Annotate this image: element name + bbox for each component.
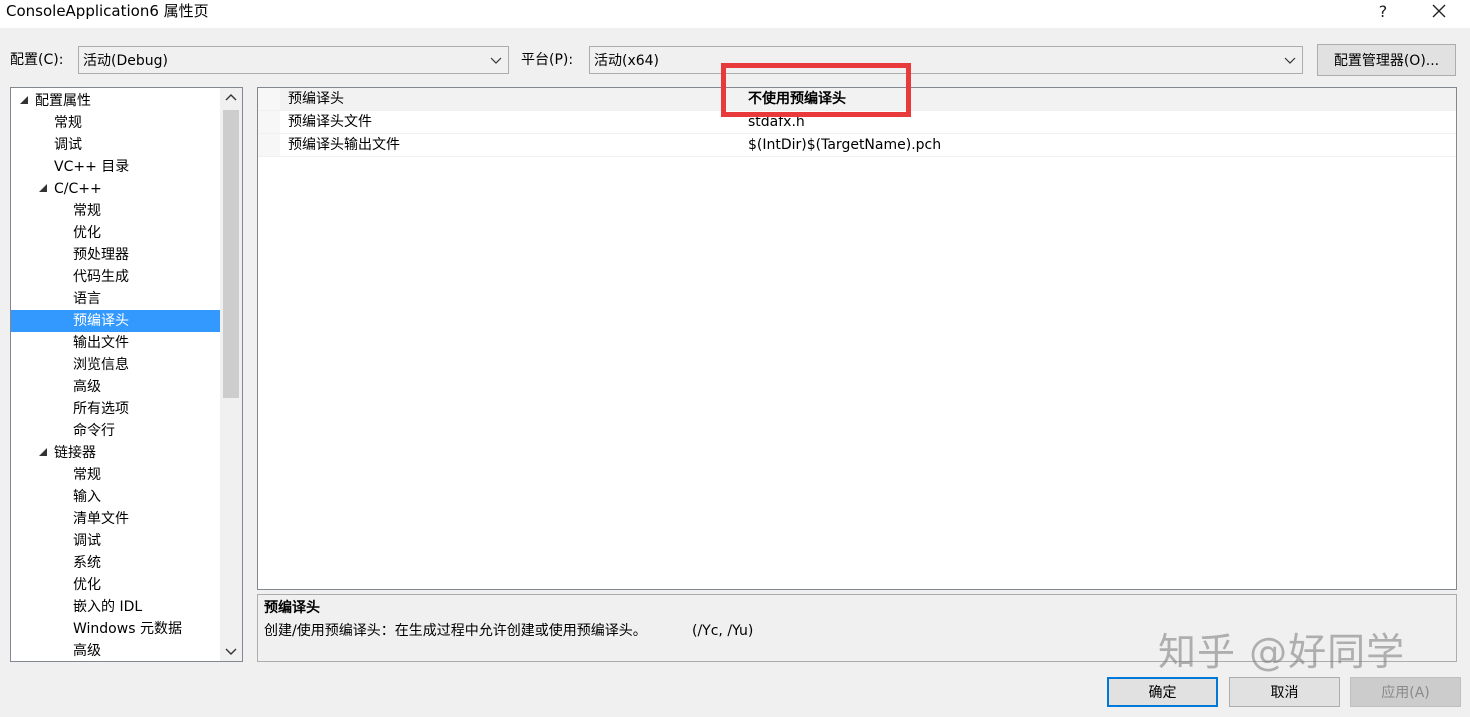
tree-item-label: 预处理器 xyxy=(73,247,129,263)
tree-item-label: 常规 xyxy=(73,467,101,483)
tree-item[interactable]: 高级 xyxy=(11,640,220,661)
tree-item[interactable]: 预处理器 xyxy=(11,244,220,266)
platform-value: 活动(x64) xyxy=(594,53,660,69)
help-button[interactable]: ? xyxy=(1368,0,1398,22)
expanded-arrow-icon[interactable] xyxy=(19,95,29,105)
tree-item[interactable]: 命令行 xyxy=(11,420,220,442)
tree-scrollbar[interactable] xyxy=(220,88,242,661)
property-name: 预编译头输出文件 xyxy=(288,137,400,153)
config-value: 活动(Debug) xyxy=(83,53,168,69)
tree-item-label: 配置属性 xyxy=(35,93,91,109)
tree-item[interactable]: Windows 元数据 xyxy=(11,618,220,640)
close-icon xyxy=(1432,4,1446,18)
property-row[interactable]: 预编译头 不使用预编译头 xyxy=(258,88,1456,111)
tree-item-label: 嵌入的 IDL xyxy=(73,599,143,615)
tree-item[interactable]: VC++ 目录 xyxy=(11,156,220,178)
config-manager-button[interactable]: 配置管理器(O)... xyxy=(1317,44,1456,76)
property-value[interactable]: $(IntDir)$(TargetName).pch xyxy=(748,134,941,157)
row-gutter xyxy=(258,111,280,133)
tree-item[interactable]: 清单文件 xyxy=(11,508,220,530)
row-gutter xyxy=(258,88,280,110)
row-gutter xyxy=(258,134,280,156)
tree-item-label: 常规 xyxy=(54,115,82,131)
description-title: 预编译头 xyxy=(264,600,320,616)
ok-button[interactable]: 确定 xyxy=(1107,677,1218,707)
tree-item[interactable]: 调试 xyxy=(11,530,220,552)
tree-item[interactable]: 常规 xyxy=(11,112,220,134)
window-title: ConsoleApplication6 属性页 xyxy=(6,2,209,20)
description-switches: (/Yc, /Yu) xyxy=(692,623,754,639)
tree-item-label: 高级 xyxy=(73,379,101,395)
tree-item[interactable]: 系统 xyxy=(11,552,220,574)
tree-item-label: 优化 xyxy=(73,225,101,241)
tree-item[interactable]: 链接器 xyxy=(11,442,220,464)
tree-item-label: C/C++ xyxy=(54,181,102,197)
tree-item-label: 所有选项 xyxy=(73,401,129,417)
chevron-down-icon xyxy=(490,57,502,64)
apply-button[interactable]: 应用(A) xyxy=(1350,677,1461,707)
platform-label: 平台(P): xyxy=(521,52,574,68)
platform-dropdown[interactable]: 活动(x64) xyxy=(589,46,1303,74)
cancel-button[interactable]: 取消 xyxy=(1229,677,1340,707)
title-bar: ConsoleApplication6 属性页 ? xyxy=(0,0,1470,28)
tree-item-label: 常规 xyxy=(73,203,101,219)
property-row[interactable]: 预编译头输出文件 $(IntDir)$(TargetName).pch xyxy=(258,134,1456,157)
tree-item[interactable]: 语言 xyxy=(11,288,220,310)
tree-item-label: 调试 xyxy=(54,137,82,153)
tree-item[interactable]: 优化 xyxy=(11,222,220,244)
tree-item[interactable]: 所有选项 xyxy=(11,398,220,420)
property-name: 预编译头文件 xyxy=(288,114,372,130)
tree-item[interactable]: 输入 xyxy=(11,486,220,508)
tree-item[interactable]: 常规 xyxy=(11,464,220,486)
tree-item-label: 链接器 xyxy=(54,445,96,461)
config-label: 配置(C): xyxy=(10,52,64,68)
property-row[interactable]: 预编译头文件 stdafx.h xyxy=(258,111,1456,134)
tree-item[interactable]: 代码生成 xyxy=(11,266,220,288)
property-tree: 配置属性 常规 调试 VC++ 目录 C/C++ 常规 优化 预处理器 代码生成 语言 预编译头 输出… xyxy=(10,87,243,662)
tree-item-label: 预编译头 xyxy=(73,313,129,329)
property-name: 预编译头 xyxy=(288,91,344,107)
tree-item[interactable]: 优化 xyxy=(11,574,220,596)
tree-item-label: 系统 xyxy=(73,555,101,571)
tree-item[interactable]: 常规 xyxy=(11,200,220,222)
tree-item[interactable]: 高级 xyxy=(11,376,220,398)
chevron-down-icon xyxy=(1284,57,1296,64)
watermark: 知乎 @好同学 xyxy=(1158,630,1406,674)
tree-item-label: 输入 xyxy=(73,489,101,505)
tree-item[interactable]: 浏览信息 xyxy=(11,354,220,376)
tree-item[interactable]: 配置属性 xyxy=(11,90,220,112)
tree-item[interactable]: C/C++ xyxy=(11,178,220,200)
tree-item-label: 命令行 xyxy=(73,423,115,439)
scroll-down-icon[interactable] xyxy=(220,641,242,661)
tree-item[interactable]: 预编译头 xyxy=(11,310,220,332)
tree-item-label: VC++ 目录 xyxy=(54,159,130,175)
expanded-arrow-icon[interactable] xyxy=(38,447,48,457)
expanded-arrow-icon[interactable] xyxy=(38,183,48,193)
property-value[interactable]: 不使用预编译头 xyxy=(748,88,846,111)
tree-item-label: Windows 元数据 xyxy=(73,621,182,637)
tree-item[interactable]: 输出文件 xyxy=(11,332,220,354)
scroll-up-icon[interactable] xyxy=(220,88,242,108)
tree-item-label: 清单文件 xyxy=(73,511,129,527)
tree-item[interactable]: 嵌入的 IDL xyxy=(11,596,220,618)
property-grid: 预编译头 不使用预编译头预编译头文件 stdafx.h 预编译头输出文件 $(IntDi… xyxy=(257,87,1457,590)
tree-item-label: 输出文件 xyxy=(73,335,129,351)
tree-item-label: 浏览信息 xyxy=(73,357,129,373)
tree-item-label: 代码生成 xyxy=(73,269,129,285)
tree-item-label: 优化 xyxy=(73,577,101,593)
tree-item-label: 高级 xyxy=(73,643,101,659)
description-text: 创建/使用预编译头：在生成过程中允许创建或使用预编译头。 xyxy=(264,623,647,639)
close-button[interactable] xyxy=(1424,0,1454,22)
property-value[interactable]: stdafx.h xyxy=(748,111,805,134)
tree-item[interactable]: 调试 xyxy=(11,134,220,156)
scroll-thumb[interactable] xyxy=(223,110,239,398)
tree-item-label: 语言 xyxy=(73,291,101,307)
config-dropdown[interactable]: 活动(Debug) xyxy=(78,46,509,74)
tree-item-label: 调试 xyxy=(73,533,101,549)
